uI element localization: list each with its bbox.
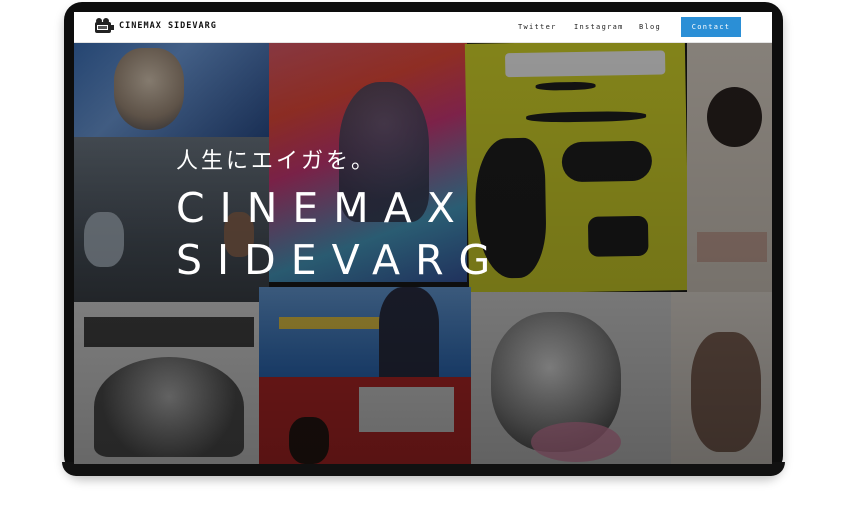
nav-link-instagram[interactable]: Instagram	[574, 23, 624, 31]
nav-link-twitter[interactable]: Twitter	[518, 23, 557, 31]
film-camera-logo-icon[interactable]	[93, 17, 115, 37]
device-base	[62, 462, 785, 476]
brand-name[interactable]: CINEMAX SIDEVARG	[119, 21, 217, 31]
hero-section: 人生にエイガを。 CINEMAX SIDEVARG	[74, 42, 772, 464]
hero-title-line-2: SIDEVARG	[176, 236, 506, 284]
nav-link-blog[interactable]: Blog	[639, 23, 661, 31]
site-header: CINEMAX SIDEVARG Twitter Instagram Blog …	[74, 12, 772, 43]
contact-button[interactable]: Contact	[681, 17, 741, 37]
browser-screen: CINEMAX SIDEVARG Twitter Instagram Blog …	[74, 12, 772, 464]
hero-title: CINEMAX SIDEVARG	[176, 182, 505, 286]
hero-title-line-1: CINEMAX	[176, 184, 470, 232]
hero-tagline: 人生にエイガを。	[176, 149, 377, 174]
